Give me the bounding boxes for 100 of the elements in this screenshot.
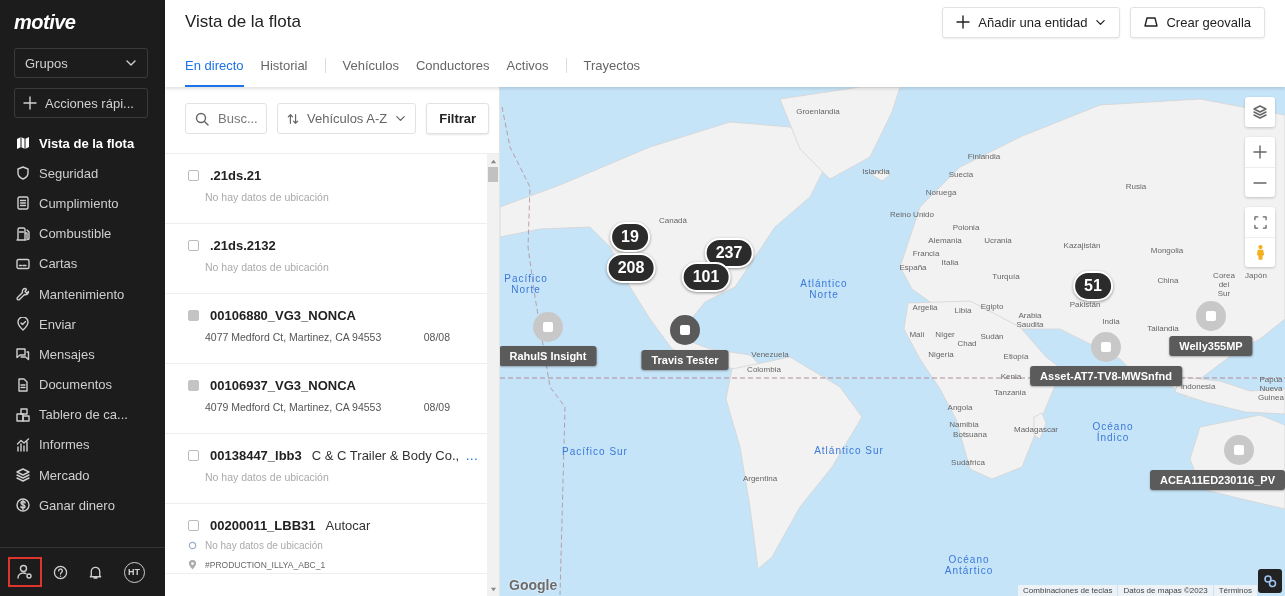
link-icon	[1263, 574, 1277, 588]
country-label: Malí	[909, 330, 925, 340]
nav-item[interactable]: Vista de la flota	[0, 128, 150, 159]
country-label: Italia	[941, 258, 959, 268]
vehicle-cluster-marker[interactable]: 208	[606, 253, 656, 283]
ocean-label: Atlántico Sur	[814, 444, 884, 456]
vehicle-date: 08/09	[423, 401, 450, 413]
nav-item[interactable]: Combustible	[0, 218, 150, 249]
row-checkbox[interactable]	[188, 520, 199, 531]
tab[interactable]: Vehículos	[342, 44, 399, 87]
country-label: Japón	[1245, 271, 1267, 281]
ocean-label: Pacífico Sur	[562, 445, 628, 457]
quick-actions-button[interactable]: Acciones rápi...	[14, 88, 148, 118]
more-groups-link[interactable]: …	[465, 448, 479, 463]
nav-item[interactable]: Mensajes	[0, 339, 150, 370]
asset-marker[interactable]	[533, 312, 563, 342]
sort-dropdown[interactable]: Vehículos A-Z	[277, 103, 417, 134]
scrollbar[interactable]	[487, 154, 499, 596]
country-label: Papúa Nueva Guinea	[1258, 375, 1284, 403]
ocean-label: Atlántico Norte	[800, 278, 848, 300]
country-label: Kenia	[1000, 372, 1022, 382]
link-button[interactable]	[1258, 569, 1282, 593]
bell-icon	[87, 564, 103, 580]
country-label: Pakistán	[1069, 300, 1101, 310]
tab[interactable]: Activos	[506, 44, 549, 87]
map-attribution-link[interactable]: Combinaciones de teclas	[1018, 585, 1118, 596]
nav-item[interactable]: Cumplimiento	[0, 188, 150, 219]
document-list-icon	[16, 196, 30, 211]
tab[interactable]: En directo	[185, 44, 244, 87]
shield-icon	[16, 166, 30, 181]
asset-label[interactable]: RahulS Insight	[500, 346, 597, 366]
circle-icon	[188, 541, 197, 550]
row-checkbox[interactable]	[188, 240, 199, 251]
search-field[interactable]: Busc...	[185, 103, 267, 134]
tab[interactable]: Historial	[260, 44, 308, 87]
app-logo: motive	[14, 11, 76, 34]
vehicle-group: Autocar	[325, 518, 371, 533]
nav-item[interactable]: Tablero de ca...	[0, 399, 150, 430]
country-label: Argentina	[742, 474, 778, 484]
vehicle-name[interactable]: .21ds.21	[210, 168, 262, 183]
nav-item[interactable]: Ganar dinero	[0, 490, 150, 521]
fuel-pump-icon	[16, 226, 30, 241]
country-label: Reino Unido	[890, 210, 934, 220]
asset-label[interactable]: ACEA11ED230116_PV	[1150, 470, 1285, 490]
location-pin-icon	[16, 317, 30, 332]
asset-label[interactable]: Welly355MP	[1169, 336, 1253, 356]
asset-label[interactable]: Asset-AT7-TV8-MWSnfnd	[1030, 366, 1182, 386]
country-label: Nigeria	[928, 350, 954, 360]
dollar-coin-icon	[16, 498, 30, 513]
nav-item[interactable]: Seguridad	[0, 158, 150, 189]
country-label: Polonia	[952, 223, 980, 233]
country-label: Arabia Saudita	[1016, 312, 1044, 330]
tab[interactable]: Trayectos	[583, 44, 641, 87]
nav-item[interactable]: Documentos	[0, 369, 150, 400]
map-provider-logo: Google	[509, 577, 558, 593]
country-label: Finlandia	[967, 152, 1001, 162]
country-label: Argelia	[912, 303, 938, 313]
vehicle-location: No hay datos de ubicación	[205, 191, 329, 203]
search-icon	[195, 112, 209, 126]
country-label: Sudán	[980, 332, 1004, 342]
country-label: Namibia	[949, 420, 979, 430]
help-icon	[52, 564, 68, 580]
map-attribution-link[interactable]: Términos	[1213, 585, 1257, 596]
vehicle-name[interactable]: 00138447_lbb3	[210, 448, 302, 463]
add-entity-button[interactable]: Añadir una entidad	[942, 6, 1121, 38]
vehicle-name[interactable]: 00200011_LBB31	[210, 518, 316, 533]
country-label: España	[899, 263, 927, 273]
sort-arrows-icon	[287, 112, 299, 125]
plus-icon	[1253, 145, 1267, 159]
plus-icon	[23, 96, 37, 110]
ocean-label: Pacífico Norte	[504, 273, 548, 295]
asset-marker[interactable]	[1091, 332, 1121, 362]
person-figure-icon	[1255, 244, 1265, 261]
nav-item[interactable]: Mantenimiento	[0, 278, 150, 310]
scrollbar-thumb[interactable]	[488, 167, 498, 182]
row-checkbox[interactable]	[188, 170, 199, 181]
chevron-down-icon	[395, 113, 407, 124]
nav-item[interactable]: Mercado	[0, 460, 150, 491]
create-geofence-button[interactable]: Crear geovalla	[1130, 6, 1265, 38]
vehicle-name[interactable]: .21ds.2132	[210, 238, 276, 253]
chat-icon	[16, 347, 30, 362]
map-attribution-link[interactable]: Datos de mapas ©2023	[1118, 585, 1213, 596]
vehicle-location: 4079 Medford Ct, Martinez, CA 94553	[205, 401, 382, 413]
nav-item[interactable]: Informes	[0, 429, 150, 461]
country-label: Mongolia	[1150, 246, 1184, 256]
nav-item[interactable]: Enviar	[0, 309, 150, 340]
scroll-up-icon	[489, 158, 497, 165]
nav-item[interactable]: Cartas	[0, 248, 150, 279]
groups-dropdown[interactable]: Grupos	[14, 48, 148, 78]
country-label: Madagascar	[1014, 425, 1058, 435]
country-label: Tanzania	[994, 388, 1026, 398]
tab[interactable]: Conductores	[415, 44, 490, 87]
user-settings-button[interactable]	[8, 557, 42, 587]
asset-label[interactable]: Travis Tester	[641, 350, 729, 370]
document-icon	[16, 377, 30, 392]
filter-button[interactable]: Filtrar	[426, 103, 490, 134]
plus-icon	[956, 15, 971, 29]
row-checkbox[interactable]	[188, 450, 199, 461]
location-pin-icon	[188, 559, 197, 570]
vehicle-location: 4077 Medford Ct, Martinez, CA 94553	[205, 331, 382, 343]
